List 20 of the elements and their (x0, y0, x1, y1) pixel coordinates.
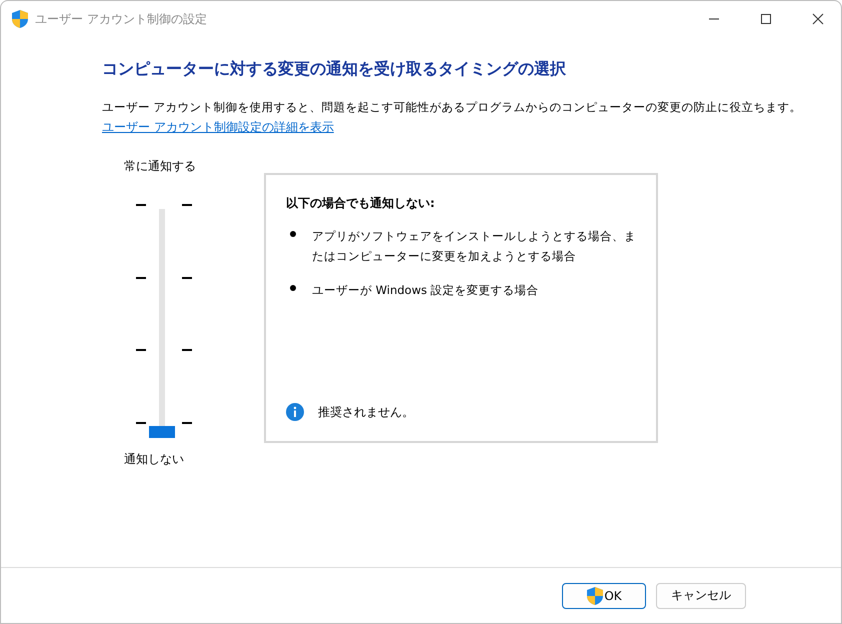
info-icon (286, 403, 304, 421)
window-title: ユーザー アカウント制御の設定 (35, 10, 208, 28)
bullet-icon (290, 231, 296, 237)
slider-thumb[interactable] (149, 426, 175, 438)
cancel-button[interactable]: キャンセル (656, 582, 746, 608)
details-link[interactable]: ユーザー アカウント制御設定の詳細を表示 (102, 119, 334, 136)
bullet-icon (290, 285, 296, 291)
shield-icon (11, 9, 29, 29)
page-heading: コンピューターに対する変更の通知を受け取るタイミングの選択 (102, 59, 567, 80)
slider-bottom-label: 通知しない (124, 451, 184, 468)
bullet-text: ユーザーが Windows 設定を変更する場合 (312, 282, 540, 299)
close-icon (812, 13, 824, 25)
maximize-icon (760, 13, 772, 25)
bullet-text: アプリがソフトウェアをインストールしようとする場合、またはコンピューターに変更を加えようとする場合 (312, 228, 636, 265)
ok-button[interactable]: OK (562, 582, 646, 608)
note-text: 推奨されません。 (318, 404, 414, 420)
description-text: ユーザー アカウント制御を使用すると、問題を起こす可能性があるプログラムからのコンピューターの変更の防止に役立ちます。 (102, 100, 803, 115)
panel-title: 以下の場合でも通知しない: (286, 195, 436, 212)
shield-icon (586, 586, 604, 606)
slider-top-label: 常に通知する (124, 158, 196, 175)
